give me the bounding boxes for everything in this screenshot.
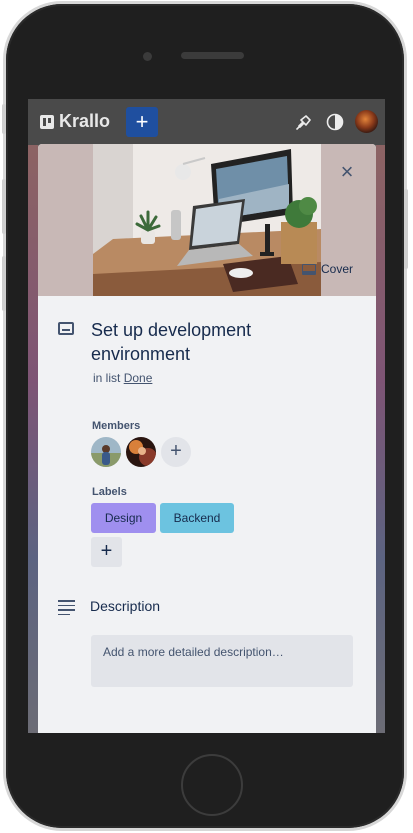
labels-heading: Labels: [92, 486, 127, 498]
app-logo[interactable]: Krallo: [40, 111, 110, 132]
list-name-link[interactable]: Done: [124, 371, 153, 385]
volume-down-button: [2, 256, 6, 311]
board-background-left: [28, 145, 38, 733]
mute-switch: [2, 104, 6, 134]
cover-button-label: Cover: [321, 262, 354, 276]
member-photo-1: [91, 437, 121, 467]
card-detail-modal: × Cover Set up development environment i…: [38, 144, 376, 733]
add-label-button[interactable]: +: [91, 537, 122, 567]
board-background-right: [376, 145, 385, 733]
notifications-icon[interactable]: [294, 112, 314, 132]
in-list-info: in list Done: [93, 371, 152, 385]
card-icon: [58, 322, 74, 335]
create-button[interactable]: +: [126, 107, 158, 137]
earpiece-speaker: [181, 52, 244, 59]
close-modal-button[interactable]: ×: [338, 161, 356, 183]
front-camera: [143, 52, 152, 61]
card-title[interactable]: Set up development environment: [91, 318, 351, 366]
app-screen: Krallo + × Cover Set up development envi…: [28, 99, 385, 733]
members-heading: Members: [92, 420, 141, 432]
description-placeholder: Add a more detailed description…: [103, 645, 284, 659]
cover-icon: [302, 263, 316, 275]
cover-button[interactable]: Cover: [302, 262, 353, 276]
member-avatar-1[interactable]: [91, 437, 121, 467]
label-backend[interactable]: Backend: [160, 503, 234, 533]
theme-toggle-icon[interactable]: [325, 112, 345, 132]
app-name: Krallo: [59, 111, 111, 131]
volume-up-button: [2, 179, 6, 234]
in-list-prefix: in list: [93, 371, 121, 385]
user-avatar[interactable]: [355, 110, 378, 133]
power-button: [404, 189, 408, 269]
description-icon: [58, 600, 75, 618]
label-design[interactable]: Design: [91, 503, 156, 533]
desk-workspace-image: [93, 144, 321, 296]
description-heading: Description: [90, 598, 161, 614]
member-avatar-2[interactable]: [126, 437, 156, 467]
top-navigation-bar: Krallo +: [28, 99, 385, 145]
card-cover: × Cover: [38, 144, 376, 296]
home-button[interactable]: [181, 754, 243, 816]
add-member-button[interactable]: +: [161, 437, 191, 467]
member-photo-2: [126, 437, 156, 467]
cover-photo: [93, 144, 321, 296]
description-input[interactable]: Add a more detailed description…: [91, 635, 353, 687]
board-logo-icon: [40, 114, 54, 129]
